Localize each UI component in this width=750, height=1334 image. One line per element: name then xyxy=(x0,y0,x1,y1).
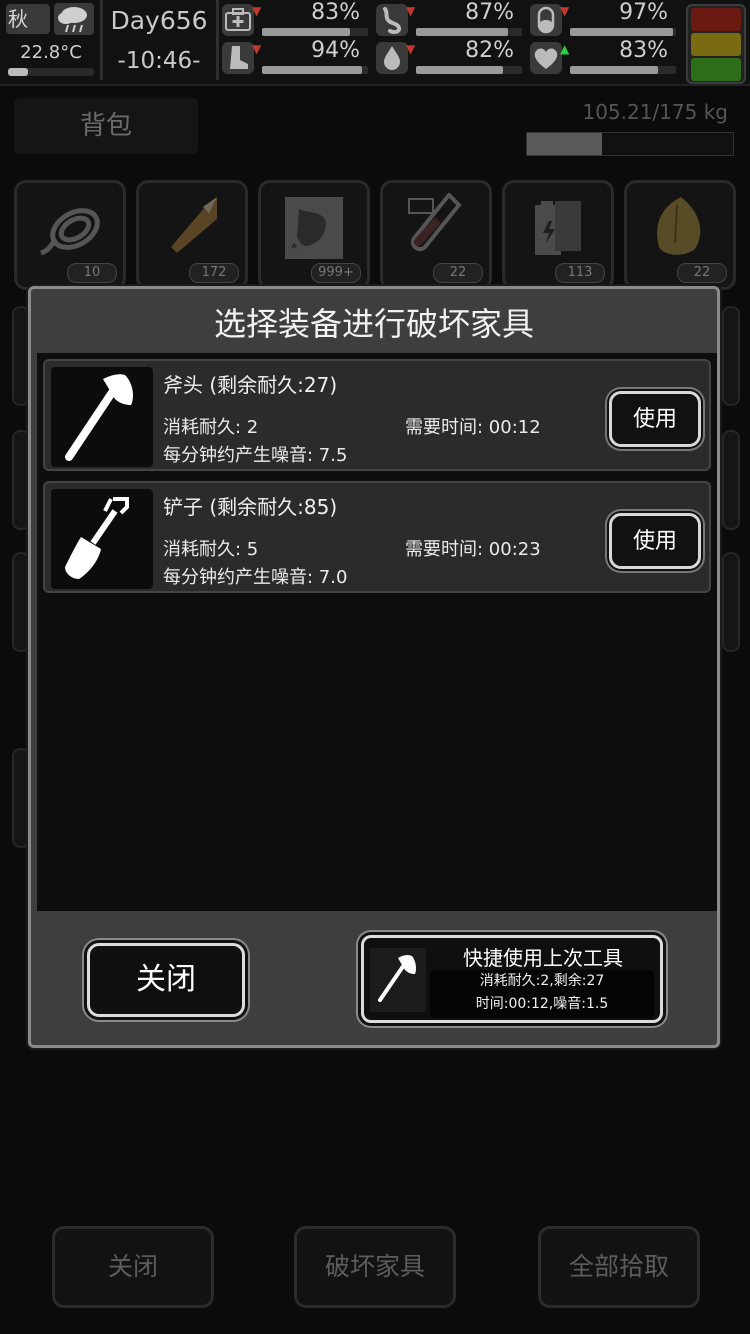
tool-durability-cost: 消耗耐久: 5 xyxy=(163,539,259,560)
close-button[interactable]: 关闭 xyxy=(87,943,245,1017)
close-button-background[interactable]: 关闭 xyxy=(52,1226,214,1308)
inventory-slot[interactable]: 172 xyxy=(136,180,248,290)
trend-down-icon: ▼ xyxy=(406,4,416,18)
dialog-title: 选择装备进行破坏家具 xyxy=(213,305,534,343)
stat-value: 83% xyxy=(311,0,360,25)
foot-icon xyxy=(222,42,254,74)
stat-thirst: ▼ 82% xyxy=(376,38,526,78)
rain-cloud-icon xyxy=(54,3,94,35)
quick-use-info: 消耗耐久:2,剩余:27 时间:00:12,噪音:1.5 xyxy=(430,970,654,1018)
inventory-slot[interactable]: 113 xyxy=(502,180,614,290)
quick-use-durability: 消耗耐久:2,剩余:27 xyxy=(479,973,605,989)
break-furniture-button[interactable]: 破坏家具 xyxy=(294,1226,456,1308)
tool-list[interactable]: 斧头 (剩余耐久:27) 消耗耐久: 2 需要时间: 00:12 每分钟约产生噪… xyxy=(37,353,717,911)
use-shovel-button[interactable]: 使用 xyxy=(609,513,701,569)
trend-down-icon: ▼ xyxy=(560,4,570,18)
item-count: 22 xyxy=(433,263,483,283)
stat-mood: ▲ 83% xyxy=(530,38,680,78)
tool-name: 斧头 (剩余耐久:27) xyxy=(163,373,338,397)
stat-bar xyxy=(262,28,368,36)
stat-hunger: ▼ 87% xyxy=(376,0,526,40)
trend-down-icon: ▼ xyxy=(406,42,416,56)
inventory-slot[interactable]: 10 xyxy=(14,180,126,290)
temperature-bar xyxy=(8,68,94,76)
stat-bar xyxy=(570,28,676,36)
inventory-slot[interactable] xyxy=(722,306,740,406)
stat-stamina: ▼ 94% xyxy=(222,38,372,78)
tool-name: 铲子 (剩余耐久:85) xyxy=(163,495,338,519)
tool-time-required: 需要时间: 00:12 xyxy=(405,417,541,438)
tool-durability-cost: 消耗耐久: 2 xyxy=(163,417,259,438)
tool-row-shovel[interactable]: 铲子 (剩余耐久:85) 消耗耐久: 5 需要时间: 00:23 每分钟约产生噪… xyxy=(43,481,711,593)
trend-up-icon: ▲ xyxy=(560,42,570,56)
danger-light-red xyxy=(691,8,741,31)
game-clock: -10:46- xyxy=(117,48,201,74)
inventory-slot[interactable]: 22 xyxy=(380,180,492,290)
stat-bar xyxy=(262,66,368,74)
use-axe-button[interactable]: 使用 xyxy=(609,391,701,447)
divider xyxy=(100,0,103,80)
weight-bar xyxy=(526,132,734,156)
season-label: 秋 xyxy=(6,4,50,34)
battery-icon xyxy=(535,201,581,255)
stat-bar xyxy=(416,66,522,74)
item-count: 113 xyxy=(555,263,605,283)
danger-indicator xyxy=(686,4,746,84)
quick-use-last-tool-button[interactable]: 快捷使用上次工具 消耗耐久:2,剩余:27 时间:00:12,噪音:1.5 xyxy=(361,935,663,1023)
inventory-slot[interactable] xyxy=(722,430,740,530)
inventory-slot[interactable] xyxy=(722,552,740,652)
danger-light-green xyxy=(691,58,741,81)
medkit-icon xyxy=(222,4,254,36)
trend-down-icon: ▼ xyxy=(252,42,262,56)
stat-bar xyxy=(416,28,522,36)
quick-use-time-noise: 时间:00:12,噪音:1.5 xyxy=(475,996,609,1012)
tool-noise: 每分钟约产生噪音: 7.5 xyxy=(163,445,348,466)
stat-bar xyxy=(570,66,676,74)
divider xyxy=(216,0,219,80)
test-tube-icon xyxy=(408,193,462,252)
backpack-tab[interactable]: 背包 xyxy=(14,98,198,154)
stat-health: ▼ 83% xyxy=(222,0,372,40)
axe-icon xyxy=(51,367,153,467)
trend-down-icon: ▼ xyxy=(252,4,262,18)
stat-value: 82% xyxy=(465,38,514,63)
stat-medicine: ▼ 97% xyxy=(530,0,680,40)
inventory-slot[interactable]: 999+ xyxy=(258,180,370,290)
item-count: 999+ xyxy=(311,263,361,283)
temperature-readout: 22.8°C xyxy=(20,42,82,63)
quick-use-title: 快捷使用上次工具 xyxy=(463,946,623,970)
comic-book-icon xyxy=(285,197,343,259)
day-counter: Day656 xyxy=(110,6,208,35)
tool-select-dialog: 选择装备进行破坏家具 斧头 (剩余耐久:27) 消耗耐久: 2 需要时间: 00… xyxy=(28,286,720,1048)
weight-readout: 105.21/175 kg xyxy=(582,100,728,124)
pill-icon xyxy=(530,4,562,36)
inventory-slot[interactable]: 22 xyxy=(624,180,736,290)
stat-value: 87% xyxy=(465,0,514,25)
stomach-icon xyxy=(376,4,408,36)
axe-icon xyxy=(370,948,426,1012)
leaf-icon xyxy=(657,197,701,255)
shovel-icon xyxy=(51,489,153,589)
item-count: 22 xyxy=(677,263,727,283)
item-count: 10 xyxy=(67,263,117,283)
tool-time-required: 需要时间: 00:23 xyxy=(405,539,541,560)
stat-value: 94% xyxy=(311,38,360,63)
stat-value: 83% xyxy=(619,38,668,63)
heart-icon xyxy=(530,42,562,74)
bullet-icon xyxy=(171,197,217,253)
pickup-all-button[interactable]: 全部拾取 xyxy=(538,1226,700,1308)
tool-noise: 每分钟约产生噪音: 7.0 xyxy=(163,567,348,588)
danger-light-yellow xyxy=(691,33,741,56)
tool-row-axe[interactable]: 斧头 (剩余耐久:27) 消耗耐久: 2 需要时间: 00:12 每分钟约产生噪… xyxy=(43,359,711,471)
rope-icon xyxy=(40,208,100,256)
stat-value: 97% xyxy=(619,0,668,25)
item-count: 172 xyxy=(189,263,239,283)
status-bar: 秋 22.8°C Day656 -10:46- ▼ 83% ▼ 87% ▼ 97… xyxy=(0,0,750,86)
water-drop-icon xyxy=(376,42,408,74)
